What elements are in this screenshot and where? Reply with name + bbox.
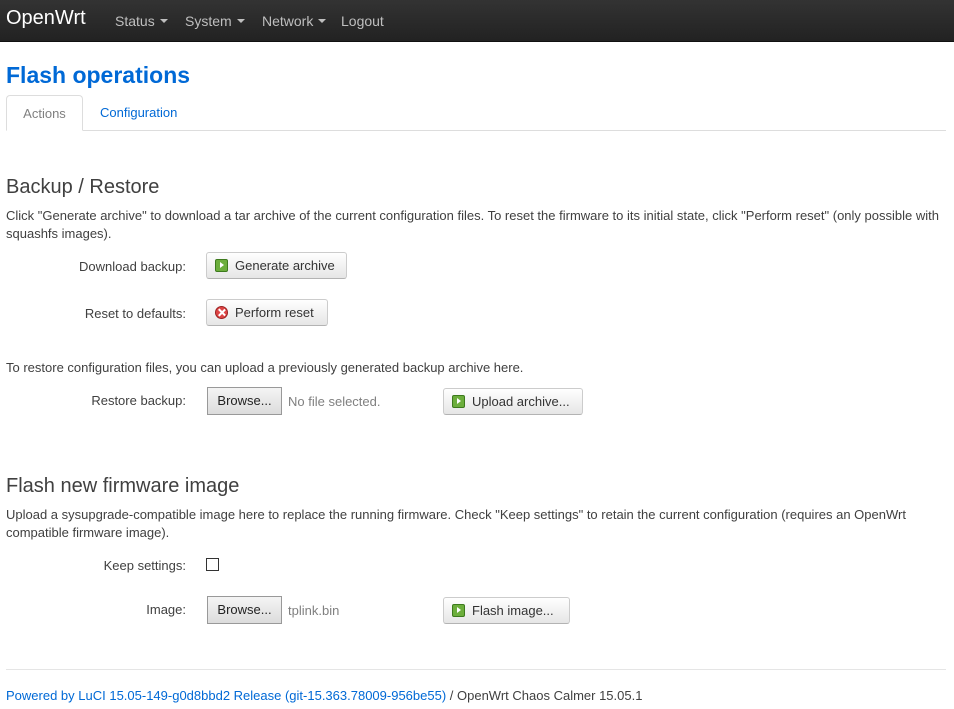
go-icon: [452, 395, 465, 408]
nav-network[interactable]: Network: [262, 13, 327, 29]
flash-heading: Flash new firmware image: [6, 475, 240, 497]
image-file-name: tplink.bin: [288, 603, 340, 618]
luci-version-link[interactable]: Powered by LuCI 15.05-149-g0d8bbd2 Relea…: [6, 688, 446, 703]
flash-image-label: Flash image...: [472, 603, 554, 618]
restore-file-name: No file selected.: [288, 394, 381, 409]
tab-configuration[interactable]: Configuration: [100, 95, 177, 129]
image-browse-button[interactable]: Browse...: [207, 596, 282, 624]
keep-settings-label: Keep settings:: [103, 558, 186, 573]
backup-description: Click "Generate archive" to download a t…: [6, 208, 939, 241]
upload-archive-label: Upload archive...: [472, 394, 570, 409]
nav-system-label: System: [185, 13, 232, 29]
perform-reset-button[interactable]: Perform reset: [206, 299, 328, 326]
page-title: Flash operations: [6, 62, 191, 88]
upload-archive-button[interactable]: Upload archive...: [443, 388, 583, 415]
reset-defaults-label: Reset to defaults:: [84, 306, 186, 321]
restore-description: To restore configuration files, you can …: [6, 360, 524, 375]
perform-reset-label: Perform reset: [235, 305, 314, 320]
nav-logout[interactable]: Logout: [341, 13, 384, 29]
nav-system[interactable]: System: [185, 13, 245, 29]
openwrt-version: / OpenWrt Chaos Calmer 15.05.1: [446, 688, 643, 703]
keep-settings-checkbox[interactable]: [206, 558, 219, 571]
download-backup-label: Download backup:: [79, 259, 186, 274]
restore-backup-label: Restore backup:: [91, 393, 186, 408]
footer-divider: [6, 669, 946, 670]
generate-archive-label: Generate archive: [235, 258, 335, 273]
flash-image-button[interactable]: Flash image...: [443, 597, 570, 624]
caret-down-icon: [318, 19, 327, 24]
nav-network-label: Network: [262, 13, 314, 29]
backup-heading: Backup / Restore: [6, 176, 160, 198]
nav-status-label: Status: [115, 13, 155, 29]
nav-status[interactable]: Status: [115, 13, 168, 29]
top-navbar: OpenWrt Status System Network Logout: [0, 0, 954, 42]
tab-actions[interactable]: Actions: [6, 95, 83, 131]
caret-down-icon: [236, 19, 245, 24]
reset-icon: [215, 306, 228, 319]
go-icon: [452, 604, 465, 617]
go-icon: [215, 259, 228, 272]
brand-logo[interactable]: OpenWrt: [6, 7, 86, 30]
caret-down-icon: [159, 19, 168, 24]
footer: Powered by LuCI 15.05-149-g0d8bbd2 Relea…: [6, 688, 642, 703]
restore-browse-button[interactable]: Browse...: [207, 387, 282, 415]
tab-bar: Actions Configuration: [6, 95, 946, 131]
flash-description: Upload a sysupgrade-compatible image her…: [6, 507, 906, 540]
generate-archive-button[interactable]: Generate archive: [206, 252, 347, 279]
image-label: Image:: [146, 602, 186, 617]
